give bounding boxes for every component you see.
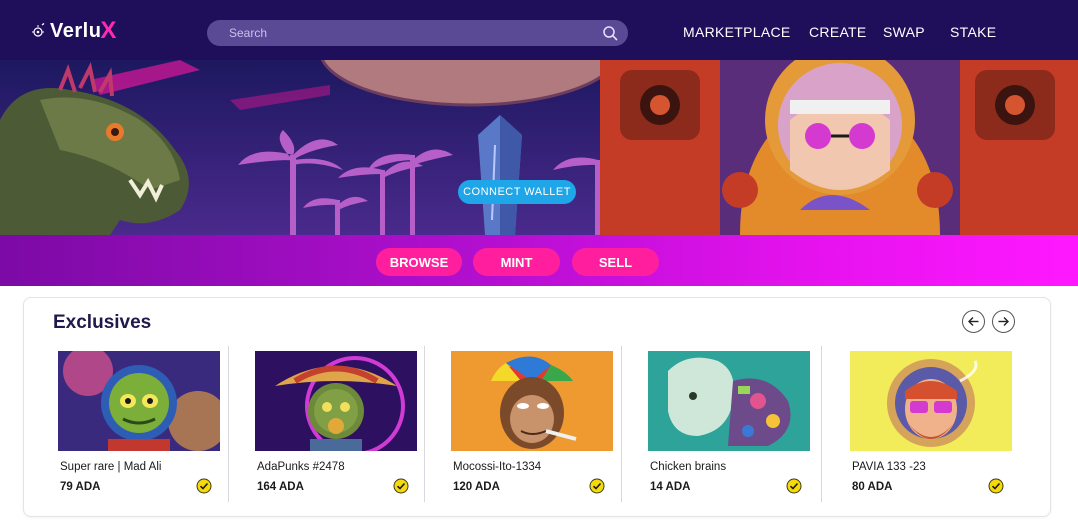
- logo-text: Verlu: [50, 19, 102, 42]
- carousel-next-button[interactable]: [992, 310, 1015, 333]
- logo-accent: X: [100, 17, 117, 44]
- arrow-right-icon: [998, 317, 1009, 326]
- nft-price: 120 ADA: [453, 481, 500, 493]
- brand-logo[interactable]: Verlu X: [30, 14, 116, 48]
- arrow-left-icon: [968, 317, 979, 326]
- nft-image[interactable]: [58, 351, 220, 451]
- connect-wallet-button[interactable]: CONNECT WALLET: [458, 180, 576, 204]
- search-bar: [207, 20, 628, 46]
- nav-create[interactable]: CREATE: [809, 24, 867, 40]
- nft-card[interactable]: Mocossi-Ito-1334 120 ADA: [424, 346, 613, 504]
- card-divider: [228, 346, 229, 502]
- nft-price: 79 ADA: [60, 481, 101, 493]
- verified-icon: [786, 478, 802, 494]
- nft-card[interactable]: Super rare | Mad Ali 79 ADA: [48, 346, 220, 504]
- action-bar: BROWSE MINT SELL: [0, 235, 1078, 286]
- nft-price: 14 ADA: [650, 481, 691, 493]
- nft-name: Chicken brains: [650, 461, 727, 473]
- nft-name: AdaPunks #2478: [257, 461, 345, 473]
- search-icon[interactable]: [602, 25, 618, 41]
- logo-mark-icon: [32, 23, 45, 37]
- verified-icon: [393, 478, 409, 494]
- card-divider: [424, 346, 425, 502]
- nft-image[interactable]: [648, 351, 810, 451]
- sell-button[interactable]: SELL: [572, 248, 659, 276]
- browse-button[interactable]: BROWSE: [376, 248, 462, 276]
- section-title: Exclusives: [53, 312, 152, 333]
- nft-card[interactable]: Chicken brains 14 ADA: [621, 346, 810, 504]
- carousel-prev-button[interactable]: [962, 310, 985, 333]
- nft-name: PAVIA 133 -23: [852, 461, 926, 473]
- nft-name: Mocossi-Ito-1334: [453, 461, 542, 473]
- nft-price: 80 ADA: [852, 481, 893, 493]
- nft-image[interactable]: [850, 351, 1012, 451]
- nft-card[interactable]: PAVIA 133 -23 80 ADA: [821, 346, 1012, 504]
- search-input[interactable]: [229, 20, 599, 46]
- card-divider: [821, 346, 822, 502]
- nft-image[interactable]: [451, 351, 613, 451]
- nft-image[interactable]: [255, 351, 417, 451]
- nft-price: 164 ADA: [257, 481, 304, 493]
- exclusives-panel: Exclusives Super rare | Mad Ali 79 ADA A…: [23, 297, 1051, 517]
- nav-swap[interactable]: SWAP: [883, 24, 925, 40]
- verified-icon: [589, 478, 605, 494]
- verified-icon: [988, 478, 1004, 494]
- hero-artwork: [0, 60, 1078, 235]
- top-navbar: Verlu X MARKETPLACE CREATE SWAP STAKE: [0, 0, 1078, 60]
- card-divider: [621, 346, 622, 502]
- mint-button[interactable]: MINT: [473, 248, 560, 276]
- nav-stake[interactable]: STAKE: [950, 24, 996, 40]
- hero-banner: CONNECT WALLET: [0, 60, 1078, 235]
- nft-name: Super rare | Mad Ali: [60, 461, 162, 473]
- nft-card[interactable]: AdaPunks #2478 164 ADA: [228, 346, 417, 504]
- nav-marketplace[interactable]: MARKETPLACE: [683, 24, 791, 40]
- verified-icon: [196, 478, 212, 494]
